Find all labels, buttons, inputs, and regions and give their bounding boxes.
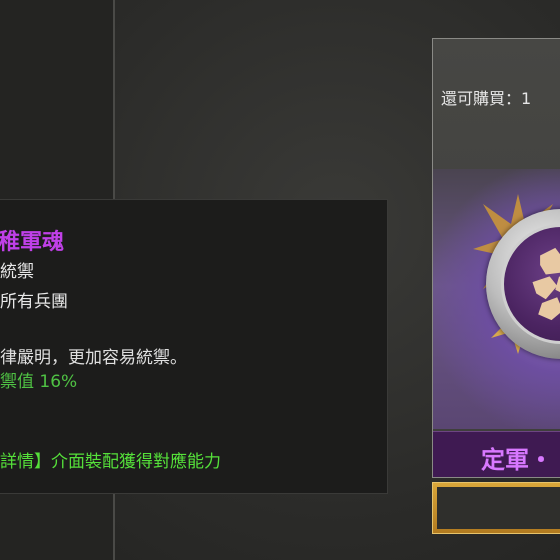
tooltip-value: 禦值 16% — [0, 372, 78, 392]
buy-button-inner — [437, 487, 560, 529]
shop-item-card[interactable]: 還可購買：1 定軍・ — [432, 38, 560, 478]
remaining-purchases: 還可購買：1 — [441, 89, 532, 108]
item-name-bar: 定軍・ — [433, 431, 560, 477]
tooltip-target: 所有兵團 — [0, 292, 68, 312]
tooltip-description: 律嚴明，更加容易統禦。 — [0, 348, 187, 368]
tooltip-title: 稚軍魂 — [0, 230, 65, 255]
tooltip-detail-link: 詳情】介面裝配獲得對應能力 — [0, 452, 221, 472]
soldier-emblem-icon — [532, 247, 560, 321]
item-name: 定軍・ — [481, 446, 553, 474]
item-tooltip: 稚軍魂 統禦 所有兵團 律嚴明，更加容易統禦。 禦值 16% 詳情】介面裝配獲得… — [0, 199, 388, 494]
buy-button[interactable] — [432, 482, 560, 534]
medal-emblem — [501, 224, 560, 344]
tooltip-type: 統禦 — [0, 262, 34, 282]
